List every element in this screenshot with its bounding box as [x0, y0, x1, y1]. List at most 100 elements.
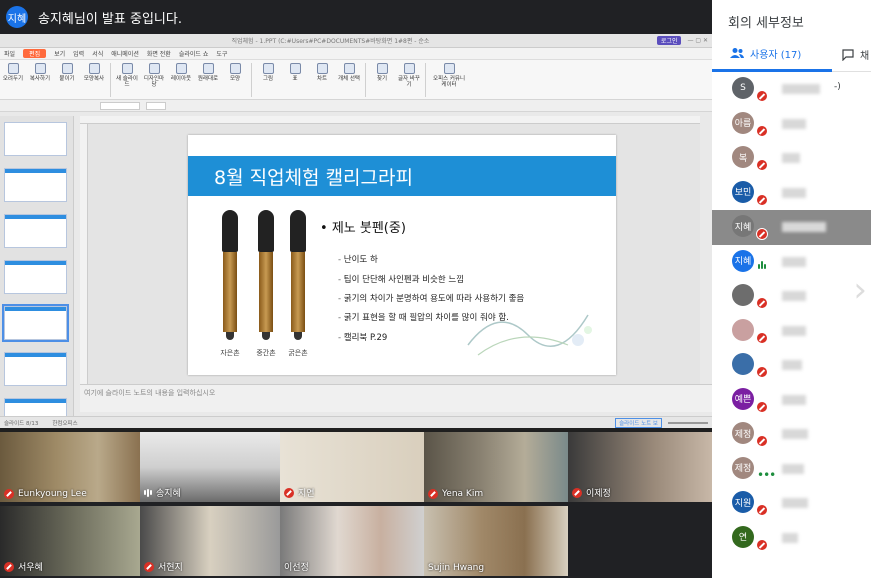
format-painter-button[interactable]: 모양복사 [83, 63, 105, 82]
bullet-item: 난이도 하 [338, 253, 378, 265]
communicator-icon [443, 63, 455, 74]
slide-thumb[interactable] [4, 214, 67, 248]
cut-button[interactable]: 오려두기 [2, 63, 24, 82]
video-tile[interactable]: 서우혜 [0, 506, 140, 576]
layout-button[interactable]: 레이아웃 [170, 63, 192, 82]
shared-screen: 직업체험 - 1.PPT (C:#Users#PC#DOCUMENTS#바탕화면… [0, 34, 712, 428]
participant-row[interactable]: 지원 [712, 486, 871, 521]
ribbon: 오려두기 복사하기 붙이기 모양복사 새 슬라이드 디자인마당 레이아웃 원래대… [0, 60, 712, 100]
layout-label: 레이아웃 [170, 76, 192, 82]
participant-row[interactable] [712, 348, 871, 383]
thumb-banner [5, 215, 66, 219]
menu-file[interactable]: 파일 [4, 49, 15, 58]
participant-name: 서우혜 [18, 563, 43, 573]
menu-tools[interactable]: 도구 [216, 49, 227, 58]
shape-label: 모양 [229, 76, 241, 82]
mic-off-icon [756, 228, 768, 240]
video-tile-speaking[interactable]: 송지혜 [140, 432, 280, 502]
login-button[interactable]: 로그인 [656, 36, 682, 45]
participant-avatar: 아름 [732, 111, 754, 134]
pen-label: 굵은촌 [288, 349, 308, 357]
participant-row[interactable]: 제정 [712, 417, 871, 452]
slide-canvas: 8월 직업체험 캘리그라피 자은촌 중간촌 굵은촌 제노 붓펜(중) 난이도 하… [88, 124, 700, 386]
zoom-slider[interactable] [668, 421, 708, 424]
video-tile[interactable]: 서현지 [140, 506, 280, 576]
reset-button[interactable]: 원래대로 [197, 63, 219, 82]
select-object-button[interactable]: 개체 선택 [338, 63, 360, 82]
participant-row[interactable] [712, 314, 871, 349]
participant-avatar: 지혜 [732, 249, 754, 272]
participant-row[interactable]: S -) [712, 72, 871, 107]
menu-animation[interactable]: 애니메이션 [111, 49, 139, 58]
slide-title-banner: 8월 직업체험 캘리그라피 [188, 156, 616, 196]
video-tile[interactable]: 이선정 [280, 506, 424, 576]
horizontal-ruler [80, 116, 700, 124]
shape-button[interactable]: 모양 [224, 63, 246, 82]
status-right: 슬라이드 노트 보 [615, 417, 708, 428]
picture-button[interactable]: 그림 [257, 63, 279, 82]
mic-off-icon [756, 331, 768, 344]
tile-label: Yena Kim [428, 489, 483, 499]
video-tile[interactable]: 이제정 [568, 432, 712, 502]
slide-notes[interactable]: 여기에 슬라이드 노트의 내용을 입력하십시오 [80, 384, 712, 412]
participant-row[interactable]: 제정 ••• [712, 452, 871, 487]
participant-name-blurred [782, 394, 806, 405]
participant-row[interactable]: 지혜 [712, 210, 871, 245]
tab-people[interactable]: 사용자 (17) [712, 38, 832, 72]
slide[interactable]: 8월 직업체험 캘리그라피 자은촌 중간촌 굵은촌 제노 붓펜(중) 난이도 하… [188, 135, 616, 375]
slide-thumbnails [0, 116, 74, 428]
size-select[interactable] [146, 101, 166, 110]
chevron-right-icon[interactable]: › [853, 270, 867, 310]
copy-button[interactable]: 복사하기 [29, 63, 51, 82]
participant-row[interactable]: 지혜 [712, 245, 871, 280]
video-tile[interactable]: 지연 [280, 432, 424, 502]
menu-slideshow[interactable]: 슬라이드 쇼 [179, 49, 209, 58]
bullet-heading: 제노 붓펜(중) [320, 217, 406, 236]
tab-chat[interactable]: 채 [832, 47, 869, 62]
slide-thumb[interactable] [4, 122, 67, 156]
audio-wave-icon [144, 488, 152, 497]
pen-label: 자은촌 [220, 349, 240, 357]
window-controls[interactable]: — ▢ ✕ [687, 37, 708, 44]
participant-avatar: 연 [732, 525, 754, 548]
paste-button[interactable]: 붙이기 [56, 63, 78, 82]
tile-label: Eunkyoung Lee [4, 489, 87, 499]
menu-format[interactable]: 서식 [92, 49, 103, 58]
new-slide-button[interactable]: 새 슬라이드 [116, 63, 138, 88]
presenter-avatar: 지혜 [6, 6, 28, 28]
participant-row[interactable] [712, 279, 871, 314]
select-object-label: 개체 선택 [338, 76, 360, 82]
bullet-item: 캘리북 P.29 [338, 331, 387, 343]
participant-row[interactable]: 복 [712, 141, 871, 176]
chart-button[interactable]: 차트 [311, 63, 333, 82]
mic-off-icon [756, 435, 768, 447]
slide-thumb[interactable] [4, 260, 67, 294]
replace-button[interactable]: 글자 바꾸기 [398, 63, 420, 88]
participant-row[interactable]: 보민 [712, 176, 871, 211]
menu-edit[interactable]: 편집 [23, 49, 47, 58]
mic-off-icon [4, 561, 14, 572]
theme-name: 한컴오피스 [52, 420, 78, 427]
menu-transition[interactable]: 화면 전환 [147, 49, 171, 58]
table-label: 표 [292, 76, 298, 82]
slide-thumb[interactable] [4, 168, 67, 202]
video-tile[interactable]: Yena Kim [424, 432, 568, 502]
new-slide-icon [121, 63, 133, 74]
video-tile[interactable]: Sujin Hwang [424, 506, 568, 576]
menu-view[interactable]: 보기 [54, 49, 65, 58]
find-button[interactable]: 찾기 [371, 63, 393, 82]
table-button[interactable]: 표 [284, 63, 306, 82]
chevron-left-icon[interactable]: ‹ [28, 304, 38, 334]
office-communicator-button[interactable]: 오피스 커뮤니케이터 [431, 63, 467, 88]
menu-insert[interactable]: 입력 [73, 49, 84, 58]
design-button[interactable]: 디자인마당 [143, 63, 165, 88]
notes-toggle-button[interactable]: 슬라이드 노트 보 [615, 417, 662, 428]
participant-name-blurred [782, 463, 804, 474]
participant-row[interactable]: 예쁜 [712, 383, 871, 418]
slide-thumb[interactable] [4, 352, 67, 386]
participant-row[interactable]: 연 [712, 521, 871, 556]
participant-name-blurred [782, 360, 802, 370]
font-select[interactable] [100, 101, 140, 110]
video-tile[interactable]: Eunkyoung Lee [0, 432, 140, 502]
participant-row[interactable]: 아름 [712, 107, 871, 142]
